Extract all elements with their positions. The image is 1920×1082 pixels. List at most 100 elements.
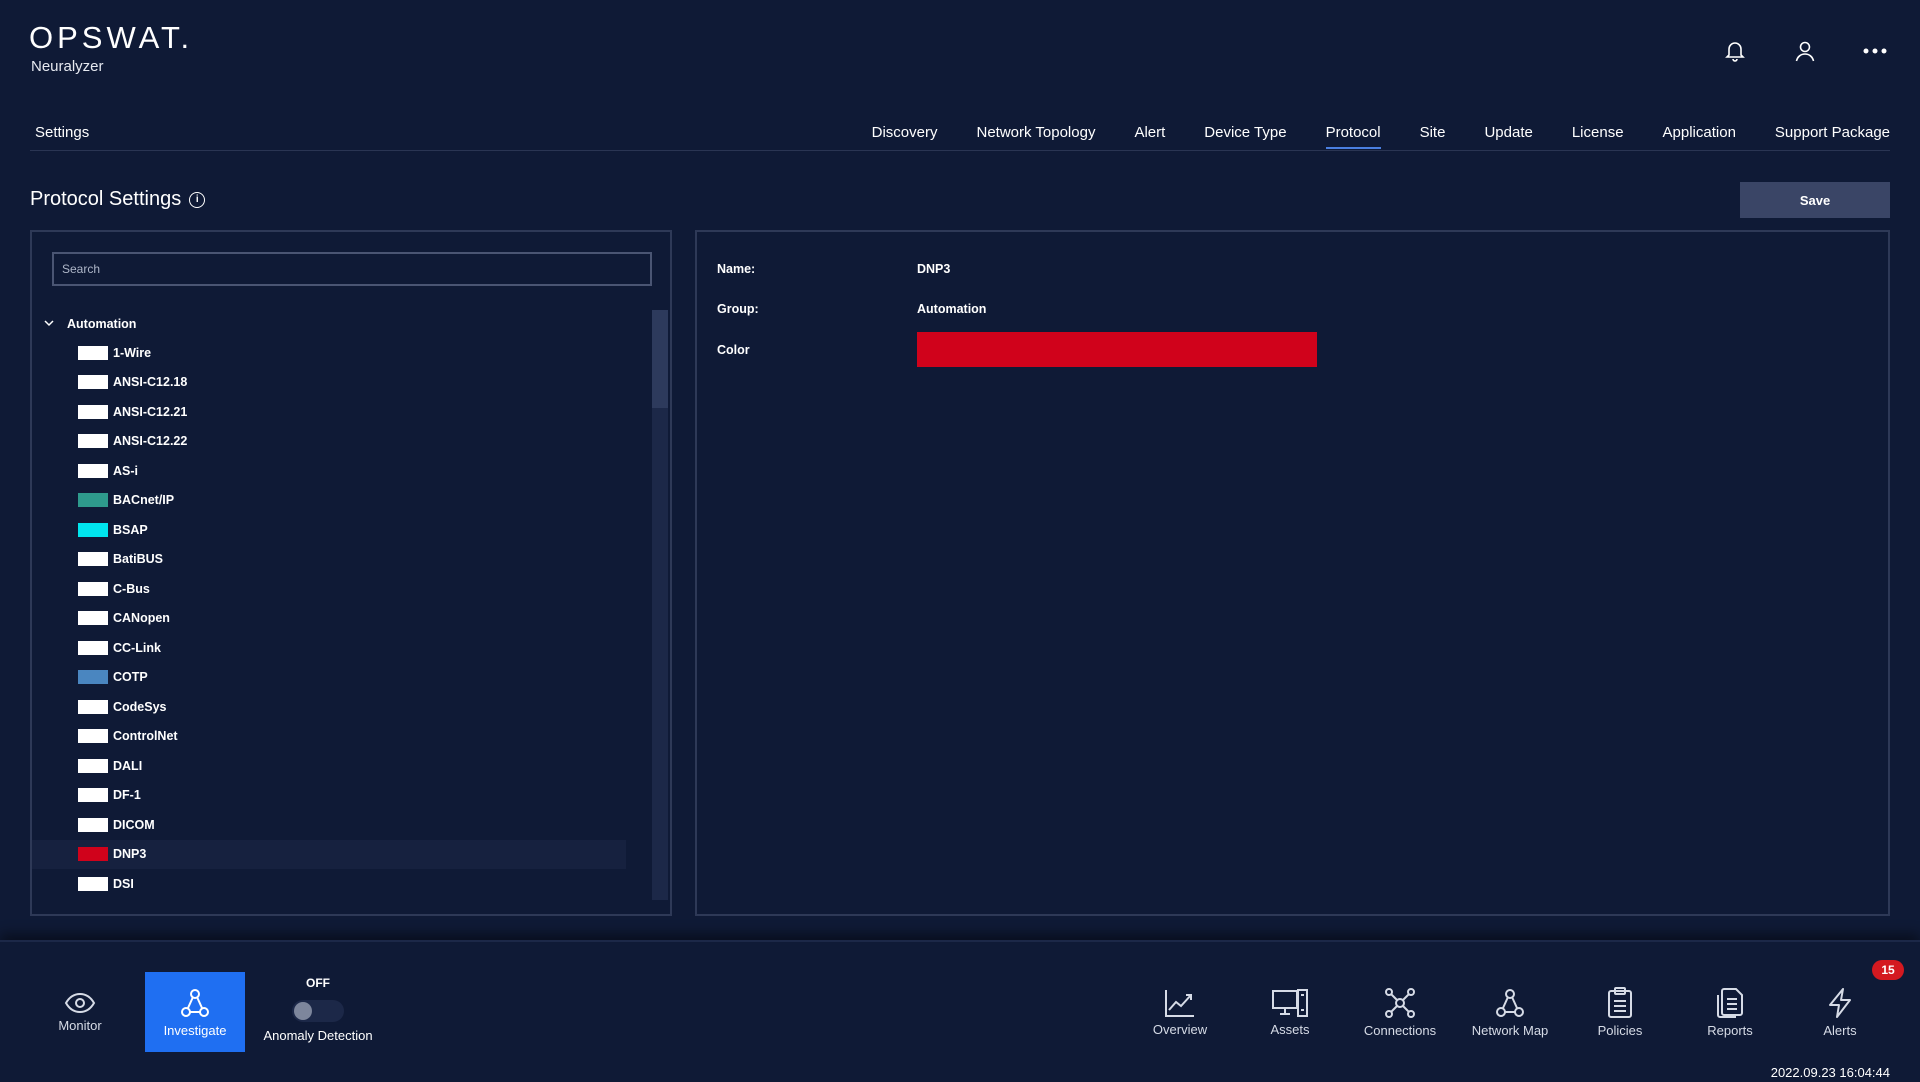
- network-map-button[interactable]: Network Map: [1465, 972, 1555, 1052]
- protocol-item[interactable]: CC-Link: [32, 633, 626, 663]
- chevron-down-icon[interactable]: [44, 318, 54, 330]
- protocol-details-panel: Name: DNP3 Group: Automation Color: [695, 230, 1890, 916]
- opswat-logo: OPSWAT. Neuralyzer: [29, 20, 193, 75]
- protocol-item[interactable]: AS-i: [32, 456, 626, 486]
- settings-tab-bar: Settings Discovery Network Topology Alert D…: [30, 118, 1890, 151]
- protocol-item[interactable]: CANopen: [32, 604, 626, 634]
- protocol-label: COTP: [113, 670, 148, 685]
- scrollbar-thumb[interactable]: [652, 310, 668, 408]
- alerts-label: Alerts: [1823, 1022, 1857, 1038]
- tab-application[interactable]: Application: [1643, 124, 1755, 149]
- protocol-label: DICOM: [113, 817, 155, 832]
- timestamp: 2022.09.23 16:04:44: [1770, 1065, 1890, 1080]
- brand-name: OPSWAT.: [29, 20, 194, 55]
- group-label: Group:: [717, 302, 759, 316]
- tab-alert[interactable]: Alert: [1114, 124, 1184, 149]
- tab-site[interactable]: Site: [1400, 124, 1465, 149]
- protocol-label: BatiBUS: [113, 552, 164, 567]
- protocol-label: ANSI-C12.22: [113, 434, 188, 449]
- protocol-item[interactable]: DSI: [32, 869, 626, 899]
- protocol-item[interactable]: C-Bus: [32, 574, 626, 604]
- protocol-color-swatch: [78, 404, 108, 419]
- tab-update[interactable]: Update: [1464, 124, 1551, 149]
- name-label: Name:: [717, 262, 756, 276]
- protocol-color-swatch: [78, 345, 108, 360]
- protocol-color-swatch: [78, 611, 108, 626]
- anomaly-detection-toggle[interactable]: [292, 1000, 344, 1022]
- protocol-item[interactable]: COTP: [32, 663, 626, 693]
- assets-button[interactable]: Assets: [1250, 972, 1330, 1052]
- protocol-item[interactable]: DNP3: [32, 839, 626, 869]
- tab-support-package[interactable]: Support Package: [1755, 124, 1890, 149]
- protocol-color-swatch: [78, 876, 108, 891]
- page-title: Protocol Settings i: [30, 188, 206, 211]
- protocol-label: CC-Link: [113, 640, 161, 655]
- protocol-color-swatch: [78, 729, 108, 744]
- color-picker-swatch[interactable]: [917, 332, 1317, 367]
- connections-label: Connections: [1363, 1022, 1437, 1038]
- protocol-color-swatch: [78, 640, 108, 655]
- settings-heading: Settings: [35, 124, 90, 141]
- chart-line-icon: [1165, 989, 1194, 1017]
- tab-protocol[interactable]: Protocol: [1306, 124, 1400, 149]
- save-button[interactable]: Save: [1740, 182, 1890, 218]
- tab-network-topology[interactable]: Network Topology: [957, 124, 1115, 149]
- protocol-color-swatch: [78, 581, 108, 596]
- protocol-item[interactable]: BatiBUS: [32, 545, 626, 575]
- search-input[interactable]: [52, 252, 652, 286]
- protocol-item[interactable]: BACnet/IP: [32, 486, 626, 516]
- tab-device-type[interactable]: Device Type: [1184, 124, 1305, 149]
- scrollbar-track[interactable]: [652, 310, 668, 900]
- overview-button[interactable]: Overview: [1140, 972, 1220, 1052]
- protocol-item[interactable]: 1-Wire: [32, 338, 626, 368]
- tab-discovery[interactable]: Discovery: [852, 124, 957, 149]
- protocol-label: BSAP: [113, 522, 148, 537]
- protocol-item[interactable]: ControlNet: [32, 722, 626, 752]
- protocol-label: DSI: [113, 876, 134, 891]
- color-label: Color: [717, 343, 750, 357]
- overview-label: Overview: [1152, 1021, 1208, 1037]
- network-map-label: Network Map: [1471, 1022, 1549, 1038]
- protocol-color-swatch: [78, 788, 108, 803]
- protocol-label: DALI: [113, 758, 143, 773]
- group-value: Automation: [917, 302, 987, 316]
- protocol-label: CodeSys: [113, 699, 167, 714]
- reports-button[interactable]: Reports: [1690, 972, 1770, 1052]
- top-toolbar: [1720, 36, 1890, 66]
- lightning-icon: [1829, 987, 1851, 1018]
- protocol-item[interactable]: ANSI-C12.18: [32, 368, 626, 398]
- protocol-item[interactable]: ANSI-C12.21: [32, 397, 626, 427]
- protocol-label: ControlNet: [113, 729, 178, 744]
- protocol-color-swatch: [78, 463, 108, 478]
- user-icon[interactable]: [1790, 36, 1820, 66]
- protocol-item[interactable]: BSAP: [32, 515, 626, 545]
- product-name: Neuralyzer: [31, 58, 104, 75]
- protocol-color-swatch: [78, 847, 108, 862]
- monitor-label: Monitor: [58, 1017, 102, 1033]
- investigate-button[interactable]: Investigate: [145, 972, 245, 1052]
- investigate-label: Investigate: [163, 1022, 227, 1038]
- protocol-tree: Automation 1-Wire ANSI-C12.18 ANSI-C12.21 A…: [32, 310, 652, 900]
- tree-group-label: Automation: [67, 317, 137, 331]
- settings-tabs: Discovery Network Topology Alert Device Typ…: [852, 124, 1890, 149]
- page-title-text: Protocol Settings: [30, 188, 182, 210]
- protocol-color-swatch: [78, 375, 108, 390]
- info-icon[interactable]: i: [189, 191, 206, 208]
- protocol-label: DF-1: [113, 788, 141, 803]
- protocol-item[interactable]: DF-1: [32, 781, 626, 811]
- bell-icon[interactable]: [1720, 36, 1750, 66]
- connections-button[interactable]: Connections: [1355, 972, 1445, 1052]
- tree-group-automation[interactable]: Automation: [32, 310, 652, 338]
- assets-label: Assets: [1270, 1021, 1310, 1037]
- tab-license[interactable]: License: [1552, 124, 1643, 149]
- more-options-icon[interactable]: [1860, 36, 1890, 66]
- protocol-item[interactable]: DALI: [32, 751, 626, 781]
- protocol-item[interactable]: ANSI-C12.22: [32, 427, 626, 457]
- protocol-item[interactable]: DICOM: [32, 810, 626, 840]
- protocol-label: ANSI-C12.18: [113, 375, 188, 390]
- anomaly-detection-control: OFF Anomaly Detection: [258, 976, 378, 1043]
- alerts-button[interactable]: Alerts: [1800, 972, 1880, 1052]
- protocol-item[interactable]: CodeSys: [32, 692, 626, 722]
- policies-button[interactable]: Policies: [1580, 972, 1660, 1052]
- monitor-button[interactable]: Monitor: [40, 972, 120, 1052]
